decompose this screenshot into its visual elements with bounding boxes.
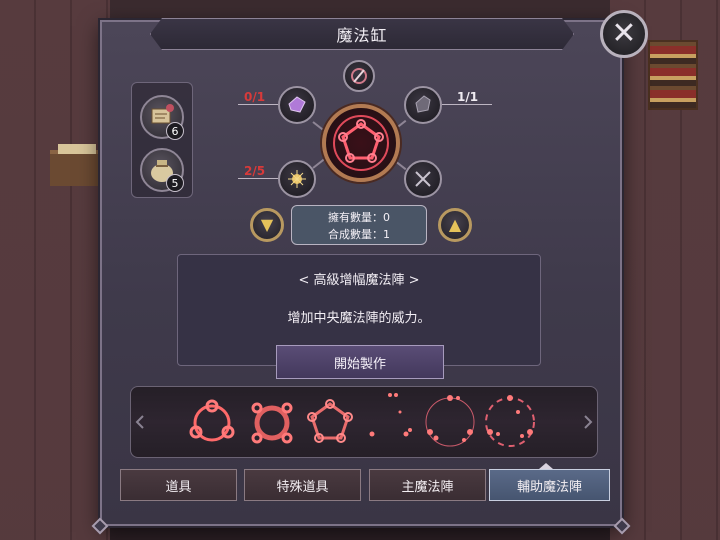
chevron-down-icon: ▼ [260,215,274,234]
left-wall [0,0,110,540]
circle-option-dashed-ring[interactable] [478,390,542,454]
item-description: 增加中央魔法陣的威力。 [287,311,431,326]
chevron-up-icon: ▲ [448,215,462,234]
slot-top[interactable] [343,60,375,92]
scattered-dots-circle-icon [369,393,412,437]
dotted-ring-circle-icon [425,395,475,447]
empty-x-icon [415,171,431,187]
slot-count-upper-left: 0/1 [244,90,266,104]
slot-count-upper-right: 1/1 [457,90,479,104]
increase-quantity-button[interactable]: ▲ [438,208,472,242]
item-name: < 高級增幅魔法陣 > [298,273,420,288]
dashed-ring-circle-icon [485,395,535,447]
pentagon-magic-circle-icon [333,115,389,171]
circle-option-scattered[interactable] [362,390,426,454]
circle-option-pentagon[interactable] [298,390,362,454]
bookshelf [648,40,698,110]
golden-spark-icon [288,170,306,188]
slot-upper-right[interactable] [404,86,442,124]
slot-count-lower-left: 2/5 [244,164,266,178]
center-magic-circle[interactable] [322,104,400,182]
feather-charm-icon [351,68,367,84]
slot-lower-right[interactable] [404,160,442,198]
tab-items[interactable]: 道具 [120,469,237,501]
owned-quantity: 擁有數量：0 [328,210,390,224]
crafted-quantity: 合成數量：1 [328,227,390,241]
quantity-display: 擁有數量：0 合成數量：1 [291,205,427,245]
scroll-left-icon [135,415,144,429]
scroll-right-icon [584,415,593,429]
circle-option-dotted-ring[interactable] [418,390,482,454]
start-crafting-button[interactable]: 開始製作 [276,345,444,379]
triangle-ring-circle-icon [189,399,235,442]
open-book [58,144,96,154]
dark-stone-icon [415,95,431,113]
inventory-count-badge: 5 [166,174,184,192]
circle-option-triangle[interactable] [180,390,244,454]
slot-lower-left[interactable] [278,160,316,198]
inventory-count-badge: 6 [166,122,184,140]
tab-main-magic-circle[interactable]: 主魔法陣 [369,469,486,501]
purple-crystal-icon [288,96,306,113]
count-underline [238,178,278,179]
close-x-icon: ✕ [611,16,637,51]
decrease-quantity-button[interactable]: ▼ [250,208,284,242]
square-ring-circle-icon [251,402,293,444]
count-underline [442,104,492,105]
count-underline [238,104,278,105]
title-bar: 魔法缸 [150,18,574,50]
slot-upper-left[interactable] [278,86,316,124]
close-button[interactable]: ✕ [600,10,648,58]
circle-option-square[interactable] [240,390,304,454]
pentagon-ring-circle-icon [307,399,353,443]
tab-special-items[interactable]: 特殊道具 [244,469,361,501]
tab-support-magic-circle[interactable]: 輔助魔法陣 [489,469,610,501]
window-title: 魔法缸 [336,26,388,45]
